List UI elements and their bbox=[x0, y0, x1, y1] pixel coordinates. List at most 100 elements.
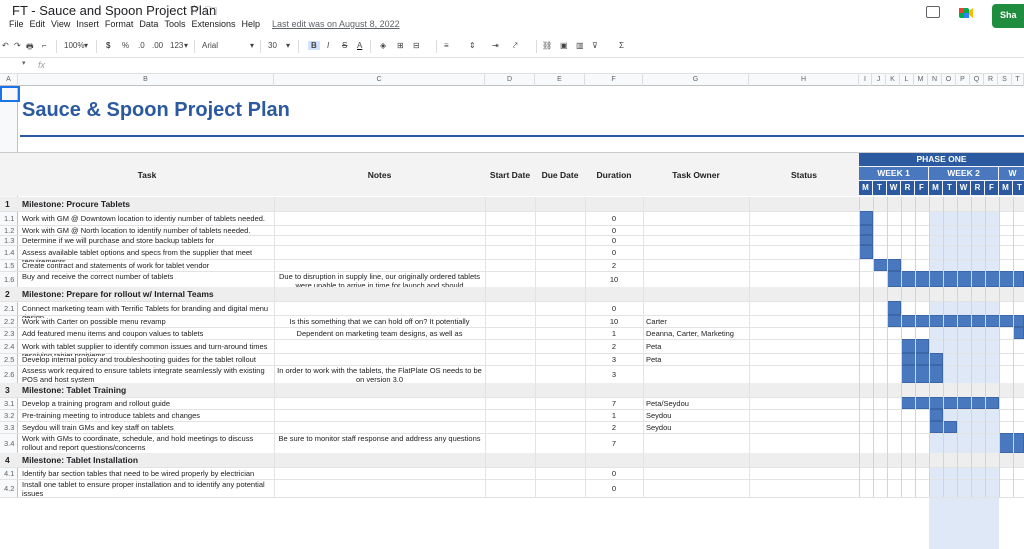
table-row[interactable]: 4.2 Install one tablet to ensure proper i… bbox=[0, 479, 1024, 498]
task-cell[interactable]: Identify bar section tables that need to… bbox=[22, 469, 272, 478]
owner-cell[interactable]: Peta bbox=[646, 342, 748, 351]
header-status[interactable]: Status bbox=[749, 153, 859, 197]
header-task-owner[interactable]: Task Owner bbox=[643, 153, 749, 197]
more-formats-button[interactable]: 123 bbox=[170, 41, 183, 50]
sheet-title[interactable]: Sauce & Spoon Project Plan bbox=[22, 99, 290, 122]
menu-edit[interactable]: Edit bbox=[27, 19, 49, 35]
currency-button[interactable]: $ bbox=[106, 41, 110, 50]
duration-cell[interactable]: 3 bbox=[585, 355, 643, 364]
redo-icon[interactable]: ↷ bbox=[14, 41, 21, 50]
column-header-q[interactable]: Q bbox=[970, 74, 984, 86]
column-header-a[interactable]: A bbox=[0, 74, 18, 86]
column-header-c[interactable]: C bbox=[274, 74, 485, 86]
column-header-p[interactable]: P bbox=[956, 74, 970, 86]
task-cell[interactable]: Work with Carter on possible menu revamp bbox=[22, 317, 272, 326]
table-row[interactable]: 2.4 Work with tablet supplier to identify… bbox=[0, 339, 1024, 356]
table-row[interactable]: 2.5 Develop internal policy and troublesh… bbox=[0, 353, 1024, 365]
filter-icon[interactable]: ⊽ bbox=[592, 41, 598, 50]
table-row[interactable]: 1.3 Determine if we will purchase and sto… bbox=[0, 235, 1024, 245]
task-cell[interactable]: Develop internal policy and troubleshoot… bbox=[22, 355, 272, 364]
table-row[interactable]: 1.1 Work with GM @ Downtown location to i… bbox=[0, 211, 1024, 225]
duration-cell[interactable]: 2 bbox=[585, 423, 643, 432]
duration-cell[interactable]: 0 bbox=[585, 484, 643, 493]
text-wrap-icon[interactable]: ⇥ bbox=[492, 41, 499, 50]
paint-format-icon[interactable]: ⌐ bbox=[42, 41, 47, 50]
notes-cell[interactable]: Be sure to monitor staff response and ad… bbox=[276, 434, 483, 443]
column-header-i[interactable]: I bbox=[859, 74, 872, 86]
undo-icon[interactable]: ↶ bbox=[2, 41, 9, 50]
duration-cell[interactable]: 0 bbox=[585, 214, 643, 223]
menu-data[interactable]: Data bbox=[136, 19, 161, 35]
column-header-t[interactable]: T bbox=[1012, 74, 1024, 86]
column-header-f[interactable]: F bbox=[585, 74, 643, 86]
task-cell[interactable]: Create contract and statements of work f… bbox=[22, 261, 272, 270]
insert-chart-icon[interactable]: ▥ bbox=[576, 41, 584, 50]
star-icon[interactable]: ☆ bbox=[189, 2, 200, 16]
table-row[interactable]: 2.3 Add featured menu items and coupon va… bbox=[0, 327, 1024, 339]
table-row[interactable]: 4.1 Identify bar section tables that need… bbox=[0, 467, 1024, 479]
column-header-s[interactable]: S bbox=[998, 74, 1012, 86]
duration-cell[interactable]: 7 bbox=[585, 439, 643, 448]
formats-chevron-icon[interactable]: ▾ bbox=[184, 41, 188, 50]
task-cell[interactable]: Determine if we will purchase and store … bbox=[22, 236, 272, 245]
column-header-o[interactable]: O bbox=[942, 74, 956, 86]
table-row[interactable]: 1.4 Assess available tablet options and s… bbox=[0, 245, 1024, 262]
task-cell[interactable]: Seydou will train GMs and key staff on t… bbox=[22, 423, 272, 432]
menu-help[interactable]: Help bbox=[238, 19, 263, 35]
owner-cell[interactable]: Peta/Seydou bbox=[646, 399, 748, 408]
menu-tools[interactable]: Tools bbox=[161, 19, 188, 35]
comment-icon[interactable] bbox=[926, 6, 940, 18]
notes-cell[interactable]: Dependent on marketing team designs, as … bbox=[276, 329, 483, 338]
font-size-chevron-icon[interactable]: ▾ bbox=[286, 41, 290, 50]
milestone-row[interactable]: 1 Milestone: Procure Tablets bbox=[0, 197, 1024, 211]
insert-comment-icon[interactable]: ▣ bbox=[560, 41, 568, 50]
column-header-b[interactable]: B bbox=[18, 74, 274, 86]
table-row[interactable]: 2.2 Work with Carter on possible menu rev… bbox=[0, 315, 1024, 327]
duration-cell[interactable]: 0 bbox=[585, 304, 643, 313]
owner-cell[interactable]: Deanna, Carter, Marketing bbox=[646, 329, 748, 338]
owner-cell[interactable]: Peta bbox=[646, 355, 748, 364]
column-header-l[interactable]: L bbox=[900, 74, 914, 86]
header-task[interactable]: Task bbox=[20, 153, 274, 197]
document-title[interactable]: FT - Sauce and Spoon Project Plan bbox=[12, 3, 216, 18]
duration-cell[interactable]: 0 bbox=[585, 248, 643, 257]
column-header-j[interactable]: J bbox=[872, 74, 886, 86]
text-color-button[interactable]: A bbox=[357, 41, 362, 50]
bold-button[interactable]: B bbox=[308, 41, 320, 50]
borders-icon[interactable]: ⊞ bbox=[397, 41, 404, 50]
column-header-g[interactable]: G bbox=[643, 74, 749, 86]
owner-cell[interactable]: Carter bbox=[646, 317, 748, 326]
name-box-chevron-icon[interactable]: ▾ bbox=[22, 59, 26, 67]
column-header-r[interactable]: R bbox=[984, 74, 998, 86]
fill-color-icon[interactable]: ◈ bbox=[380, 41, 386, 50]
duration-cell[interactable]: 2 bbox=[585, 342, 643, 351]
header-start-date[interactable]: Start Date bbox=[485, 153, 535, 197]
milestone-row[interactable]: 4 Milestone: Tablet Installation bbox=[0, 453, 1024, 467]
increase-decimal-button[interactable]: .00 bbox=[152, 41, 163, 50]
table-row[interactable]: 3.2 Pre-training meeting to introduce tab… bbox=[0, 409, 1024, 421]
duration-cell[interactable]: 3 bbox=[585, 370, 643, 379]
header-notes[interactable]: Notes bbox=[274, 153, 485, 197]
horizontal-align-icon[interactable]: ≡ bbox=[444, 41, 449, 50]
strikethrough-button[interactable]: S bbox=[342, 41, 347, 50]
notes-cell[interactable]: In order to work with the tablets, the F… bbox=[276, 366, 483, 384]
font-size-select[interactable]: 30 bbox=[268, 41, 277, 50]
milestone-row[interactable]: 2 Milestone: Prepare for rollout w/ Inter… bbox=[0, 287, 1024, 301]
task-cell[interactable]: Work with GM @ North location to identif… bbox=[22, 226, 272, 235]
print-icon[interactable]: 🖶 bbox=[26, 41, 34, 55]
table-row[interactable]: 1.2 Work with GM @ North location to iden… bbox=[0, 225, 1024, 235]
duration-cell[interactable]: 1 bbox=[585, 411, 643, 420]
task-cell[interactable]: Buy and receive the correct number of ta… bbox=[22, 272, 272, 281]
task-cell[interactable]: Work with GMs to coordinate, schedule, a… bbox=[22, 434, 272, 452]
menu-insert[interactable]: Insert bbox=[73, 19, 102, 35]
merge-cells-icon[interactable]: ⊟ bbox=[413, 41, 420, 50]
percent-button[interactable]: % bbox=[122, 41, 129, 50]
zoom-chevron-icon[interactable]: ▾ bbox=[84, 41, 88, 50]
task-cell[interactable]: Assess work required to ensure tablets i… bbox=[22, 366, 272, 384]
text-rotation-icon[interactable]: ⤤ bbox=[513, 41, 518, 51]
duration-cell[interactable]: 10 bbox=[585, 317, 643, 326]
decrease-decimal-button[interactable]: .0 bbox=[138, 41, 145, 50]
column-header-k[interactable]: K bbox=[886, 74, 900, 86]
column-header-n[interactable]: N bbox=[928, 74, 942, 86]
table-row[interactable]: 1.6 Buy and receive the correct number of… bbox=[0, 271, 1024, 288]
